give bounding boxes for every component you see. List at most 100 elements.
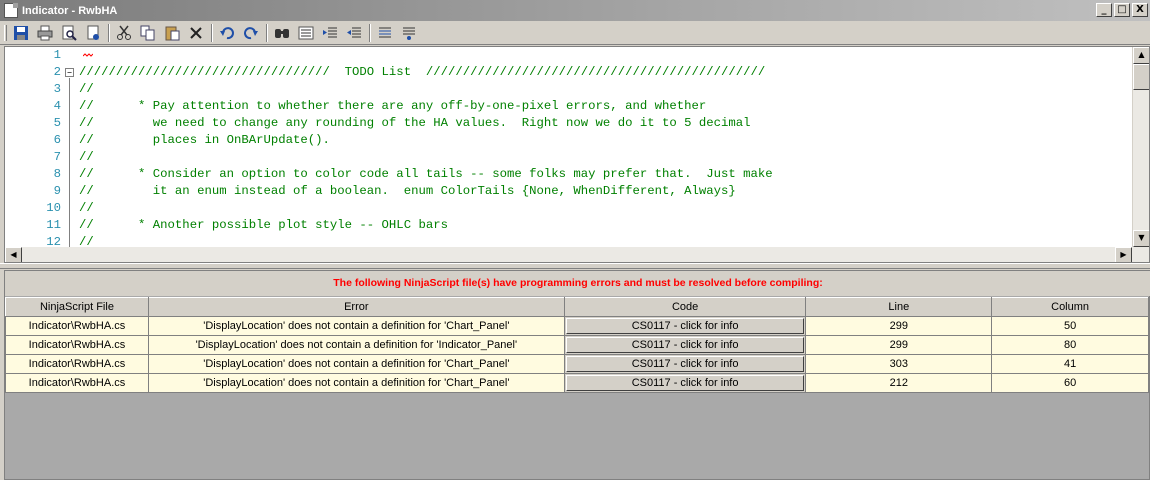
redo-icon[interactable] — [242, 24, 260, 42]
line-text: // — [79, 150, 94, 164]
line-text: // * Another possible plot style -- OHLC… — [79, 218, 448, 232]
delete-icon[interactable] — [187, 24, 205, 42]
fold-guide — [69, 78, 70, 247]
column-header-code[interactable]: Code — [563, 297, 807, 317]
cell-line: 303 — [805, 354, 993, 374]
indent-icon[interactable] — [321, 24, 339, 42]
line-text: // it an enum instead of a boolean. enum… — [79, 184, 736, 198]
toolbar-separator — [369, 23, 371, 42]
line-text: // * Consider an option to color code al… — [79, 167, 773, 181]
panel-splitter[interactable] — [0, 263, 1150, 269]
horizontal-scrollbar[interactable]: ◀ ▶ — [5, 247, 1149, 262]
document-icon — [4, 3, 18, 18]
code-line[interactable]: 3 // — [5, 81, 1133, 98]
line-text: ////////////////////////////////// TODO … — [79, 65, 766, 79]
line-number: 5 — [53, 116, 61, 130]
table-row[interactable]: Indicator\RwbHA.cs 'DisplayLocation' doe… — [5, 335, 1149, 355]
line-number: 3 — [53, 82, 61, 96]
cut-icon[interactable] — [115, 24, 133, 42]
cell-file: Indicator\RwbHA.cs — [5, 354, 149, 374]
paste-icon[interactable] — [163, 24, 181, 42]
line-number: 7 — [53, 150, 61, 164]
app-window: Indicator - RwbHA _ □ X 1 2/////////////… — [0, 0, 1150, 480]
cell-error: 'DisplayLocation' does not contain a def… — [147, 354, 565, 374]
code-line[interactable]: 8 // * Consider an option to color code a… — [5, 166, 1133, 183]
copy-icon[interactable] — [139, 24, 157, 42]
print-icon[interactable] — [36, 24, 54, 42]
scroll-thumb[interactable] — [1133, 64, 1149, 90]
uncomment-icon[interactable] — [400, 24, 418, 42]
editor-lines: 1 2 ////////////////////////////////// TO… — [5, 47, 1133, 249]
line-text: // places in OnBArUpdate(). — [79, 133, 330, 147]
page-setup-icon[interactable] — [84, 24, 102, 42]
print-preview-icon[interactable] — [60, 24, 78, 42]
undo-icon[interactable] — [218, 24, 236, 42]
table-row[interactable]: Indicator\RwbHA.cs 'DisplayLocation' doe… — [5, 354, 1149, 374]
window-controls: _ □ X — [1096, 3, 1148, 17]
window-title: Indicator - RwbHA — [22, 4, 118, 17]
cell-column: 41 — [991, 354, 1149, 374]
toolbar-separator — [108, 23, 110, 42]
toolbar-grip[interactable] — [4, 24, 7, 41]
cell-line: 299 — [805, 335, 993, 355]
error-squiggle-icon — [83, 53, 93, 57]
column-header-line[interactable]: Line — [805, 297, 993, 317]
line-number: 6 — [53, 133, 61, 147]
close-button[interactable]: X — [1132, 3, 1148, 17]
scroll-right-icon[interactable]: ▶ — [1115, 247, 1132, 262]
line-number: 10 — [46, 201, 61, 215]
cell-line: 212 — [805, 373, 993, 393]
line-text: // * Pay attention to whether there are … — [79, 99, 707, 113]
outdent-icon[interactable] — [345, 24, 363, 42]
table-row[interactable]: Indicator\RwbHA.cs 'DisplayLocation' doe… — [5, 316, 1149, 336]
code-line[interactable]: 10 // — [5, 200, 1133, 217]
code-line[interactable]: 9 // it an enum instead of a boolean. enu… — [5, 183, 1133, 200]
column-header-error[interactable]: Error — [147, 297, 565, 317]
toolbar-separator — [266, 23, 268, 42]
find-icon[interactable] — [273, 24, 291, 42]
code-info-button[interactable]: CS0117 - click for info — [565, 318, 805, 334]
fold-toggle-icon[interactable]: − — [65, 68, 74, 77]
line-number: 8 — [53, 167, 61, 181]
column-header-column[interactable]: Column — [991, 297, 1149, 317]
line-text: // — [79, 82, 94, 96]
code-info-button[interactable]: CS0117 - click for info — [565, 337, 805, 353]
cell-file: Indicator\RwbHA.cs — [5, 335, 149, 355]
line-number: 2 — [53, 65, 61, 79]
code-line[interactable]: 11 // * Another possible plot style -- OH… — [5, 217, 1133, 234]
cell-file: Indicator\RwbHA.cs — [5, 373, 149, 393]
table-row[interactable]: Indicator\RwbHA.cs 'DisplayLocation' doe… — [5, 373, 1149, 393]
code-line[interactable]: 6 // places in OnBArUpdate(). — [5, 132, 1133, 149]
scroll-up-icon[interactable]: ▲ — [1133, 47, 1149, 64]
cell-column: 80 — [991, 335, 1149, 355]
cell-error: 'DisplayLocation' does not contain a def… — [147, 335, 565, 355]
minimize-button[interactable]: _ — [1096, 3, 1112, 17]
code-info-button[interactable]: CS0117 - click for info — [565, 356, 805, 372]
cell-column: 60 — [991, 373, 1149, 393]
toolbar-separator — [211, 23, 213, 42]
line-text: // — [79, 201, 94, 215]
cell-column: 50 — [991, 316, 1149, 336]
table-header: NinjaScript File Error Code Line Column — [5, 297, 1149, 317]
column-header-file[interactable]: NinjaScript File — [5, 297, 149, 317]
replace-icon[interactable] — [297, 24, 315, 42]
code-line[interactable]: 2 ////////////////////////////////// TODO… — [5, 64, 1133, 81]
scroll-down-icon[interactable]: ▼ — [1133, 230, 1149, 247]
code-line[interactable]: 5 // we need to change any rounding of th… — [5, 115, 1133, 132]
error-table: NinjaScript File Error Code Line Column … — [5, 297, 1149, 393]
code-line[interactable]: 7 // — [5, 149, 1133, 166]
cell-file: Indicator\RwbHA.cs — [5, 316, 149, 336]
error-panel: The following NinjaScript file(s) have p… — [4, 270, 1150, 480]
comment-icon[interactable] — [376, 24, 394, 42]
code-editor[interactable]: 1 2 ////////////////////////////////// TO… — [4, 46, 1150, 263]
toolbar — [0, 21, 1150, 45]
code-info-button[interactable]: CS0117 - click for info — [565, 375, 805, 391]
save-icon[interactable] — [12, 24, 30, 42]
code-line[interactable]: 1 — [5, 47, 1133, 64]
error-message: The following NinjaScript file(s) have p… — [5, 271, 1150, 296]
line-number: 4 — [53, 99, 61, 113]
maximize-button[interactable]: □ — [1114, 3, 1130, 17]
scroll-left-icon[interactable]: ◀ — [5, 247, 22, 262]
code-line[interactable]: 4 // * Pay attention to whether there are… — [5, 98, 1133, 115]
vertical-scrollbar[interactable]: ▲ ▼ — [1132, 47, 1149, 247]
